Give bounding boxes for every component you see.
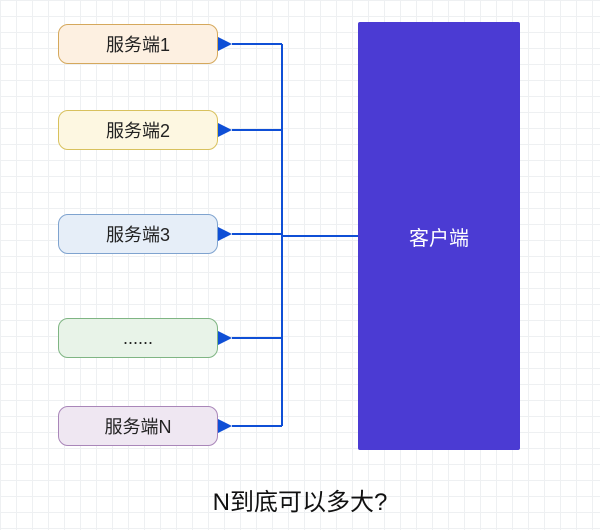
server-node-5: 服务端N [58,406,218,446]
server-node-2: 服务端2 [58,110,218,150]
server-node-4: ...... [58,318,218,358]
diagram-canvas: 服务端1 服务端2 服务端3...... 服务端N 客户端 N到底可以多大? [0,0,600,530]
server-label: ...... [123,328,153,349]
server-node-1: 服务端1 [58,24,218,64]
server-label: 服务端3 [106,221,170,247]
server-label: 服务端2 [106,117,170,143]
server-node-3: 服务端3 [58,214,218,254]
server-label: 服务端N [105,413,172,439]
client-node: 客户端 [358,22,520,450]
diagram-caption: N到底可以多大? [0,482,600,517]
client-label: 客户端 [409,222,469,251]
server-label: 服务端1 [106,31,170,57]
